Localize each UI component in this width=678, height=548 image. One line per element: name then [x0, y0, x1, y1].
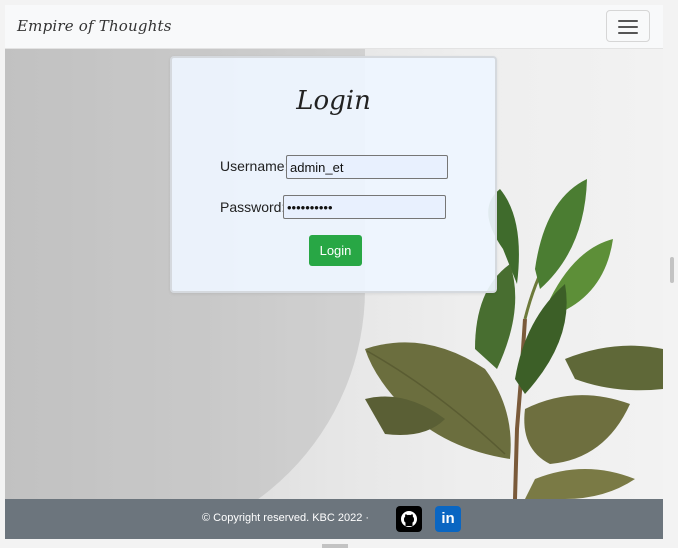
- login-card: Login Username: Password: Login: [170, 56, 497, 293]
- password-label: Password:: [220, 199, 286, 215]
- github-icon[interactable]: [396, 506, 422, 532]
- bottom-scroll-indicator: [322, 544, 348, 548]
- password-input[interactable]: [283, 195, 446, 219]
- brand-link[interactable]: Empire of Thoughts: [17, 17, 172, 35]
- username-input[interactable]: [286, 155, 448, 179]
- copyright-text: © Copyright reserved. KBC 2022 ·: [202, 512, 370, 524]
- browser-viewport: Empire of Thoughts Login Username: admin…: [5, 5, 663, 539]
- navbar: Empire of Thoughts: [5, 5, 663, 49]
- login-button[interactable]: Login: [309, 235, 362, 266]
- linkedin-icon[interactable]: in: [435, 506, 461, 532]
- username-label: Username:: [220, 158, 289, 174]
- scrollbar-grip[interactable]: [670, 257, 674, 283]
- navbar-toggler-button[interactable]: [606, 10, 650, 42]
- footer: © Copyright reserved. KBC 2022 · in: [5, 499, 663, 539]
- login-title: Login: [296, 86, 371, 116]
